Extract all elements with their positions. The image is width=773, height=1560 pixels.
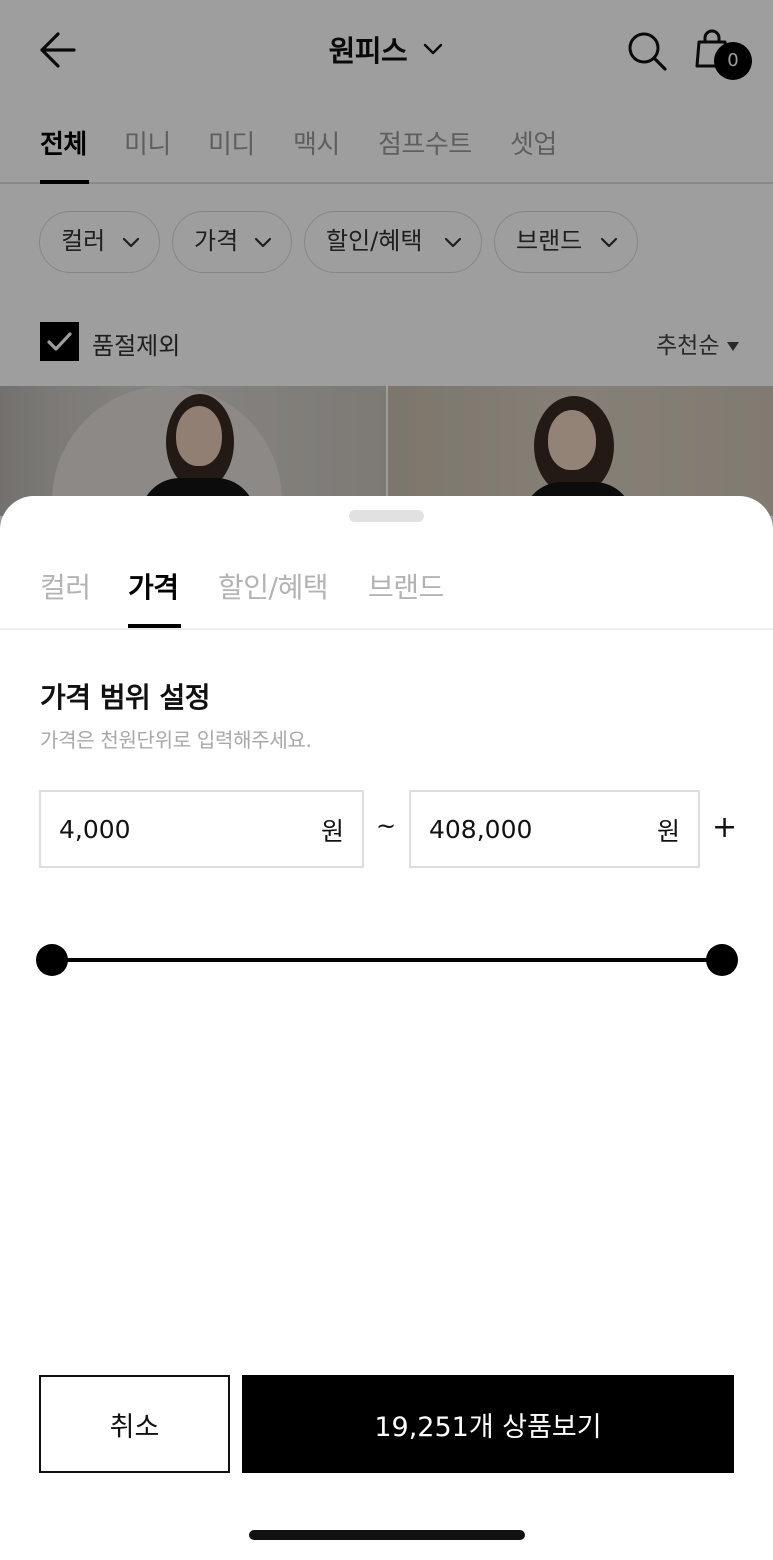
price-max-input[interactable] xyxy=(429,792,639,866)
range-separator: ~ xyxy=(376,812,397,840)
price-range-hint: 가격은 천원단위로 입력해주세요. xyxy=(40,728,312,752)
filter-tab-price[interactable]: 가격 xyxy=(128,566,179,606)
max-plus-indicator: + xyxy=(712,810,738,845)
slider-thumb-min[interactable] xyxy=(36,944,68,976)
cancel-button[interactable]: 취소 xyxy=(39,1375,230,1473)
price-range-slider[interactable] xyxy=(36,942,738,978)
currency-unit: 원 xyxy=(320,817,344,846)
price-min-field[interactable]: 원 xyxy=(39,790,364,868)
currency-unit: 원 xyxy=(656,817,680,846)
slider-track xyxy=(52,958,722,962)
drag-handle[interactable] xyxy=(349,510,424,522)
slider-thumb-max[interactable] xyxy=(706,944,738,976)
home-indicator xyxy=(249,1530,525,1540)
view-products-button[interactable]: 19,251개 상품보기 xyxy=(242,1375,734,1473)
filter-tabs: 컬러 가격 할인/혜택 브랜드 xyxy=(0,552,773,630)
price-min-input[interactable] xyxy=(59,792,269,866)
filter-bottom-sheet: 컬러 가격 할인/혜택 브랜드 가격 범위 설정 가격은 천원단위로 입력해주세… xyxy=(0,496,773,1560)
price-range-title: 가격 범위 설정 xyxy=(40,681,211,714)
active-filter-tab-indicator xyxy=(128,624,181,628)
price-max-field[interactable]: 원 xyxy=(409,790,700,868)
filter-tab-discount[interactable]: 할인/혜택 xyxy=(218,566,328,606)
filter-tab-brand[interactable]: 브랜드 xyxy=(368,566,444,606)
filter-tab-color[interactable]: 컬러 xyxy=(40,566,91,606)
